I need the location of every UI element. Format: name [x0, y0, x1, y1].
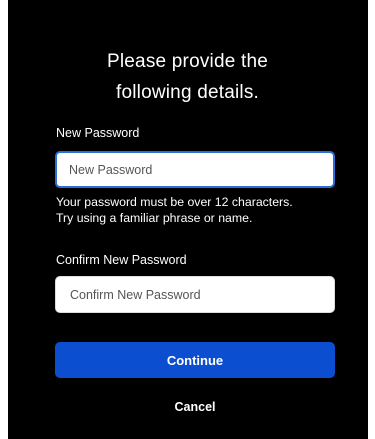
- heading-line-1: Please provide the: [107, 51, 268, 72]
- password-hint: Your password must be over 12 characters…: [56, 194, 293, 226]
- confirm-password-input[interactable]: [55, 276, 335, 313]
- continue-button[interactable]: Continue: [55, 342, 335, 378]
- new-password-label: New Password: [56, 126, 140, 140]
- password-form-panel: Please provide the following details. Ne…: [8, 0, 368, 439]
- new-password-input[interactable]: [55, 151, 335, 188]
- heading-line-2: following details.: [115, 82, 259, 103]
- password-hint-line-2: Try using a familiar phrase or name.: [56, 211, 253, 225]
- confirm-password-label: Confirm New Password: [56, 253, 187, 267]
- password-hint-line-1: Your password must be over 12 characters…: [56, 195, 293, 209]
- page-frame: Please provide the following details. Ne…: [0, 0, 375, 439]
- form-heading: Please provide the following details.: [0, 46, 375, 108]
- cancel-button[interactable]: Cancel: [55, 394, 335, 420]
